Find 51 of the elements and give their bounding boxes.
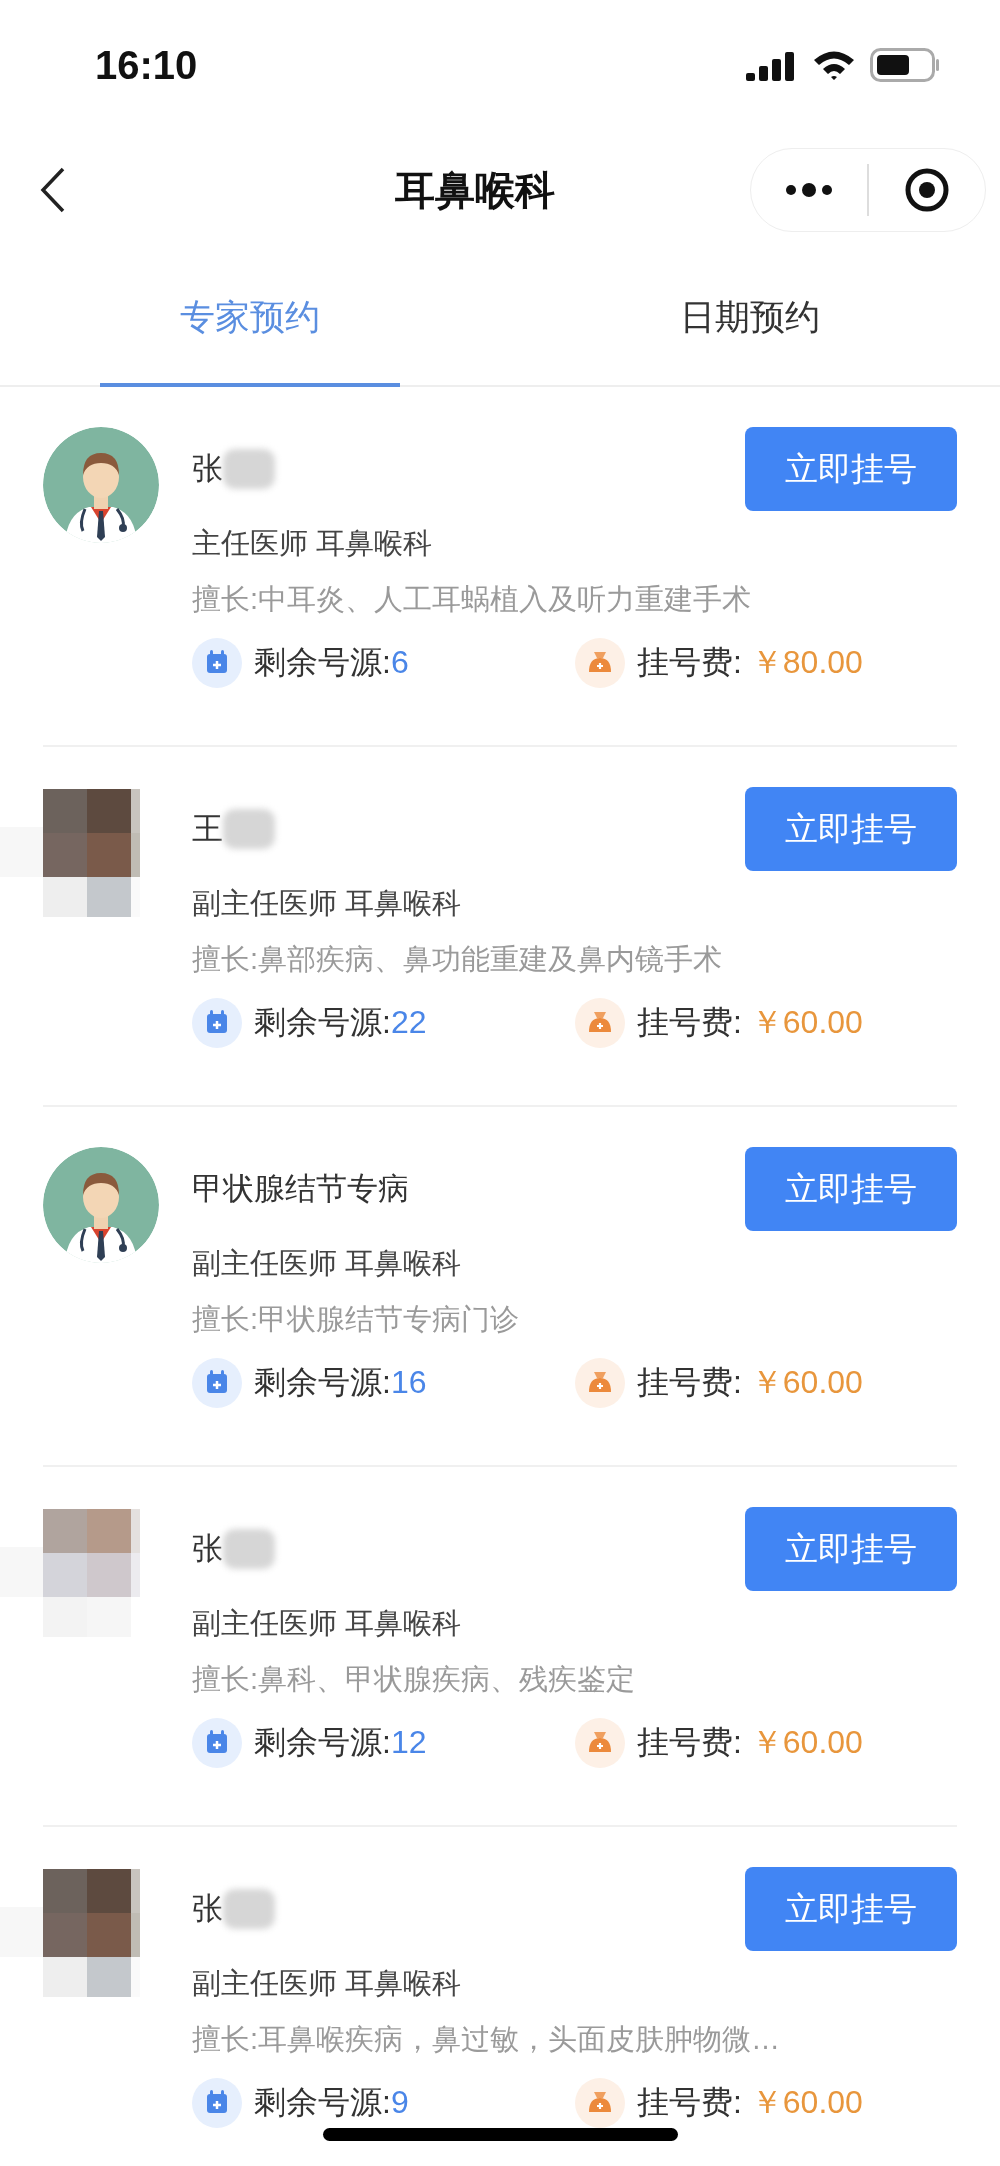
- doctor-name: 甲状腺结节专病: [192, 1170, 409, 1208]
- doctor-title: 副主任医师 耳鼻喉科: [192, 886, 463, 921]
- remaining-slots: 剩余号源:9: [254, 2081, 409, 2125]
- fee-text: 挂号费: ￥60.00: [637, 1723, 863, 1762]
- register-button[interactable]: 立即挂号: [745, 1507, 957, 1591]
- remaining-slots: 剩余号源:12: [254, 1721, 427, 1765]
- calendar-icon: [192, 998, 242, 1048]
- register-button[interactable]: 立即挂号: [745, 787, 957, 871]
- fee-text: 挂号费: ￥60.00: [637, 1363, 863, 1402]
- doctor-title: 副主任医师 耳鼻喉科: [192, 1966, 463, 2001]
- fee-text: 挂号费: ￥60.00: [637, 1003, 863, 1042]
- fee-text: 挂号费: ￥80.00: [637, 643, 863, 682]
- back-icon: [40, 167, 66, 213]
- calendar-icon: [192, 1718, 242, 1768]
- fee-text: 挂号费: ￥60.00: [637, 2083, 863, 2122]
- more-icon: [785, 182, 834, 198]
- doctor-avatar-icon: [43, 427, 159, 543]
- bag-icon: [575, 1358, 625, 1408]
- page-title: 耳鼻喉科: [394, 166, 556, 214]
- specialty-text: 擅长:鼻科、甲状腺疾病、残疾鉴定: [192, 1662, 637, 1697]
- doctor-avatar-icon: [43, 1147, 159, 1263]
- remaining-slots: 剩余号源:6: [254, 641, 409, 685]
- bag-icon: [575, 1718, 625, 1768]
- doctor-title: 主任医师 耳鼻喉科: [192, 526, 434, 561]
- remaining-slots: 剩余号源:22: [254, 1001, 427, 1045]
- specialty-text: 擅长:中耳炎、人工耳蜗植入及听力重建手术: [192, 582, 753, 617]
- bag-icon: [575, 638, 625, 688]
- tab[interactable]: 日期预约: [500, 250, 1000, 385]
- doctor-name: 张: [192, 450, 223, 488]
- register-button[interactable]: 立即挂号: [745, 427, 957, 511]
- specialty-text: 擅长:耳鼻喉疾病，鼻过敏，头面皮肤肿物微…: [192, 2022, 782, 2057]
- doctor-title: 副主任医师 耳鼻喉科: [192, 1246, 463, 1281]
- doctor-name: 张: [192, 1530, 223, 1568]
- remaining-slots: 剩余号源:16: [254, 1361, 427, 1405]
- clock-time: 16:10: [95, 42, 198, 88]
- doctor-title: 副主任医师 耳鼻喉科: [192, 1606, 463, 1641]
- calendar-icon: [192, 1358, 242, 1408]
- battery-icon: [870, 48, 940, 82]
- specialty-text: 擅长:鼻部疾病、鼻功能重建及鼻内镜手术: [192, 942, 724, 977]
- bag-icon: [575, 998, 625, 1048]
- register-button[interactable]: 立即挂号: [745, 1867, 957, 1951]
- register-button[interactable]: 立即挂号: [745, 1147, 957, 1231]
- calendar-icon: [192, 638, 242, 688]
- target-icon: [903, 167, 950, 213]
- calendar-icon: [192, 2078, 242, 2128]
- specialty-text: 擅长:甲状腺结节专病门诊: [192, 1302, 521, 1337]
- tab[interactable]: 专家预约: [0, 250, 500, 385]
- doctor-name: 张: [192, 1890, 223, 1928]
- bag-icon: [575, 2078, 625, 2128]
- wifi-icon: [812, 49, 856, 81]
- doctor-name: 王: [192, 810, 223, 848]
